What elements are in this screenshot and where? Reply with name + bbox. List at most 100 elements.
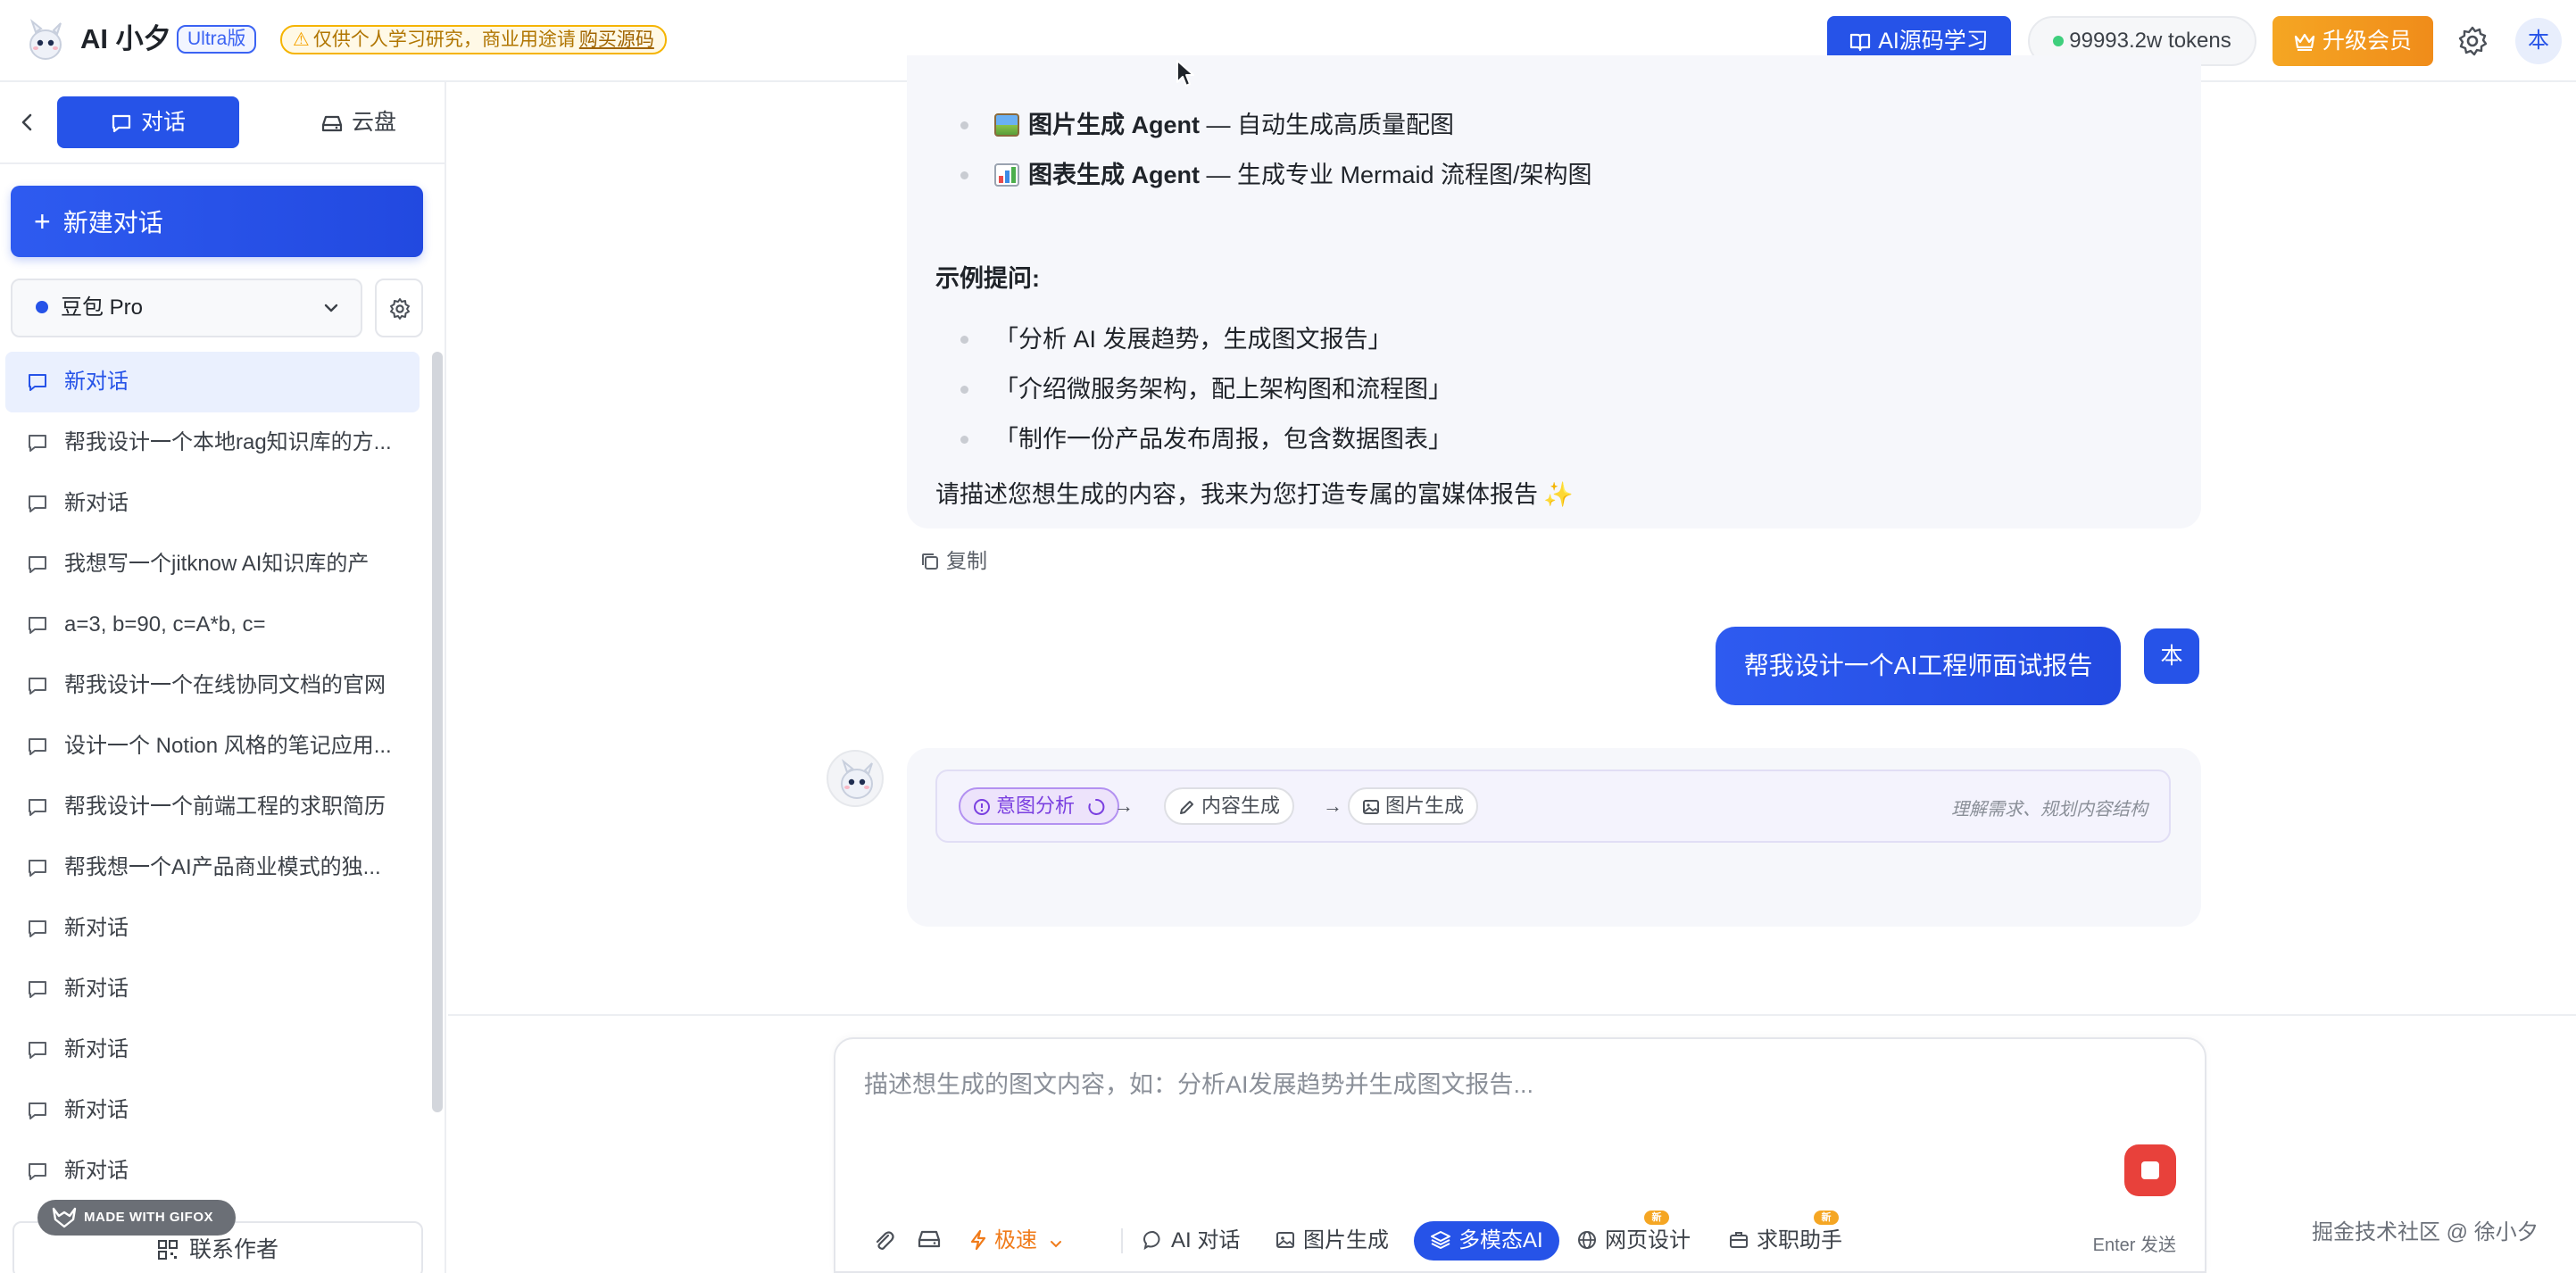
tool-web-design[interactable]: 网页设计 bbox=[1576, 1221, 1691, 1261]
model-name: 豆包 Pro bbox=[61, 295, 144, 320]
tool-label: 图片生成 bbox=[1303, 1228, 1389, 1252]
conversation-title: 我想写一个jitknow AI知识库的产 bbox=[64, 552, 370, 576]
assistant-message: 图片生成 Agent — 自动生成高质量配图 图表生成 Agent — 生成专业… bbox=[907, 55, 2201, 528]
divider bbox=[1121, 1228, 1123, 1253]
enter-hint: Enter 发送 bbox=[2092, 1236, 2176, 1255]
conversation-item[interactable]: 设计一个 Notion 风格的笔记应用... bbox=[5, 716, 420, 777]
sparkle-icon: ✨ bbox=[1543, 481, 1574, 508]
fox-icon bbox=[52, 1207, 77, 1228]
conversation-title: 帮我设计一个前端工程的求职简历 bbox=[64, 795, 386, 819]
chat-bubble-icon bbox=[1143, 1230, 1160, 1251]
conversation-item[interactable]: 新对话 bbox=[5, 352, 420, 412]
tab-chat-label: 对话 bbox=[140, 110, 186, 135]
model-settings-button[interactable] bbox=[375, 279, 423, 337]
conversation-item[interactable]: 新对话 bbox=[5, 473, 420, 534]
pen-icon bbox=[1180, 801, 1193, 814]
chat-icon bbox=[29, 1102, 46, 1119]
chevron-down-icon bbox=[324, 304, 338, 312]
closing-text: 请描述您想生成的内容，我来为您打造专属的富媒体报告 ✨ bbox=[935, 475, 1574, 510]
agent-list: 图片生成 Agent — 自动生成高质量配图 图表生成 Agent — 生成专业… bbox=[960, 100, 1592, 200]
drive-icon[interactable] bbox=[918, 1228, 941, 1250]
tool-label: 求职助手 bbox=[1757, 1228, 1842, 1252]
ai-source-label: AI源码学习 bbox=[1878, 29, 1989, 54]
tool-multimodal-ai[interactable]: 多模态AI bbox=[1414, 1221, 1559, 1261]
conversation-item[interactable]: a=3, b=90, c=A*b, c= bbox=[5, 595, 420, 655]
agent-desc: — 自动生成高质量配图 bbox=[1200, 112, 1455, 138]
copy-label: 复制 bbox=[946, 549, 987, 572]
prompt-input[interactable] bbox=[864, 1062, 2114, 1107]
conversation-item[interactable]: 帮我设计一个在线协同文档的官网 bbox=[5, 655, 420, 716]
conversation-title: 设计一个 Notion 风格的笔记应用... bbox=[64, 734, 392, 758]
agent-pipeline: 意图分析 → 内容生成 → 图片生成 理解需求、规划内容结构 bbox=[935, 770, 2171, 843]
gear-icon[interactable] bbox=[2456, 25, 2489, 57]
conversation-item[interactable]: 帮我设计一个前端工程的求职简历 bbox=[5, 777, 420, 837]
speed-select[interactable]: 极速 bbox=[969, 1221, 1063, 1261]
new-chat-button[interactable]: + 新建对话 bbox=[11, 186, 423, 257]
chat-icon bbox=[29, 374, 46, 391]
conversation-item[interactable]: 帮我设计一个本地rag知识库的方... bbox=[5, 412, 420, 473]
pipeline-hint: 理解需求、规划内容结构 bbox=[1951, 800, 2148, 820]
paperclip-icon[interactable] bbox=[873, 1228, 894, 1252]
chat-icon bbox=[29, 556, 46, 573]
step-label: 内容生成 bbox=[1201, 795, 1281, 817]
tab-chat[interactable]: 对话 bbox=[57, 96, 239, 148]
app-title: AI 小夕 bbox=[80, 23, 171, 54]
sidebar: 对话 云盘 + 新建对话 豆包 Pro 新对话 帮我设计一个本地rag知识库的方..… bbox=[0, 82, 446, 1273]
stop-button[interactable] bbox=[2124, 1144, 2176, 1196]
upgrade-button[interactable]: 升级会员 bbox=[2273, 16, 2433, 66]
lightning-icon bbox=[970, 1229, 986, 1251]
conversation-item[interactable]: 新对话 bbox=[5, 959, 420, 1019]
conversation-title: 新对话 bbox=[64, 370, 129, 394]
gear-icon bbox=[390, 298, 410, 320]
speed-label: 极速 bbox=[994, 1228, 1037, 1252]
divider bbox=[0, 162, 445, 164]
assistant-avatar bbox=[827, 750, 884, 807]
tool-ai-chat[interactable]: AI 对话 bbox=[1143, 1221, 1240, 1261]
chevron-left-icon[interactable] bbox=[16, 111, 39, 134]
layers-icon bbox=[1431, 1231, 1450, 1249]
mouse-cursor-icon bbox=[1176, 60, 1194, 87]
conversation-item[interactable]: 新对话 bbox=[5, 1080, 420, 1141]
conversation-item[interactable]: 新对话 bbox=[5, 898, 420, 959]
tool-label: 网页设计 bbox=[1605, 1228, 1691, 1252]
model-select[interactable]: 豆包 Pro bbox=[11, 279, 362, 337]
example-item: 「介绍微服务架构，配上架构图和流程图」 bbox=[960, 364, 1452, 414]
user-avatar[interactable]: 本 bbox=[2515, 18, 2562, 64]
agent-name: 图片生成 Agent bbox=[1028, 112, 1200, 138]
plus-icon: + bbox=[34, 205, 51, 237]
model-dot bbox=[36, 301, 48, 313]
picture-icon bbox=[994, 113, 1019, 137]
conversation-title: 新对话 bbox=[64, 1037, 129, 1061]
pipeline-step-intent: 意图分析 bbox=[959, 787, 1120, 825]
conversation-item[interactable]: 我想写一个jitknow AI知识库的产 bbox=[5, 534, 420, 595]
chat-icon bbox=[29, 860, 46, 877]
new-chat-label: 新建对话 bbox=[62, 209, 163, 237]
gifox-label: MADE WITH GIFOX bbox=[84, 1210, 213, 1225]
copy-button[interactable]: 复制 bbox=[919, 546, 987, 575]
tool-job-assistant[interactable]: 求职助手 bbox=[1728, 1221, 1842, 1261]
tab-cloud[interactable]: 云盘 bbox=[268, 96, 445, 148]
tool-label: 多模态AI bbox=[1458, 1228, 1543, 1252]
pipeline-step-image: 图片生成 bbox=[1348, 787, 1479, 825]
contact-label: 联系作者 bbox=[188, 1237, 278, 1262]
conversation-item[interactable]: 新对话 bbox=[5, 1141, 420, 1202]
new-badge: 新 bbox=[1644, 1211, 1669, 1225]
tab-cloud-label: 云盘 bbox=[351, 110, 396, 135]
assistant-message-pending: 意图分析 → 内容生成 → 图片生成 理解需求、规划内容结构 bbox=[907, 748, 2201, 927]
composer: 极速 AI 对话 图片生成 多模态AI 网页设计 新 求职助手 新 Enter … bbox=[834, 1037, 2206, 1273]
conversation-item[interactable]: 帮我想一个AI产品商业模式的独... bbox=[5, 837, 420, 898]
buy-source-link[interactable]: 购买源码 bbox=[579, 29, 654, 50]
list-item: 图片生成 Agent — 自动生成高质量配图 bbox=[960, 100, 1592, 150]
chat-icon bbox=[29, 738, 46, 755]
conversation-title: 新对话 bbox=[64, 916, 129, 940]
scrollbar[interactable] bbox=[432, 352, 443, 1112]
tool-image-generation[interactable]: 图片生成 bbox=[1275, 1221, 1389, 1261]
bar-chart-icon bbox=[994, 163, 1019, 187]
stop-icon bbox=[2141, 1161, 2159, 1179]
book-icon bbox=[1850, 33, 1871, 52]
conversation-item[interactable]: 新对话 bbox=[5, 1019, 420, 1080]
new-badge: 新 bbox=[1814, 1211, 1839, 1225]
spinner-icon bbox=[1088, 798, 1105, 815]
chevron-down-icon bbox=[1050, 1241, 1061, 1248]
agent-name: 图表生成 Agent bbox=[1028, 162, 1200, 188]
